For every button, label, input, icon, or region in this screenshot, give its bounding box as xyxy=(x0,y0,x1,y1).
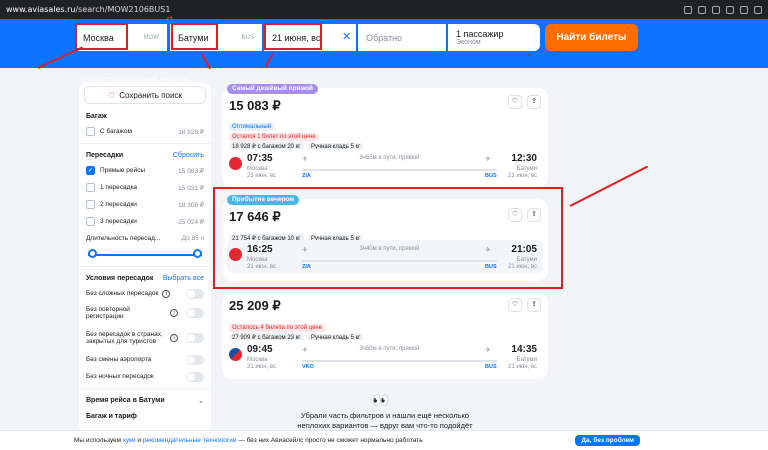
ticket-card[interactable]: Самый дешёвый прямой 15 083 ₽ ♡ ⇪ Оптима… xyxy=(222,84,548,187)
favorite-heart-icon[interactable]: ♡ xyxy=(508,95,522,109)
baggage-checkbox[interactable]: С багажом 18 928 ₽ xyxy=(79,123,211,140)
info-icon[interactable]: i xyxy=(162,289,171,298)
return-date-field[interactable]: Обратно xyxy=(358,24,446,51)
cookie-link[interactable]: куки xyxy=(123,437,136,444)
extension-icon[interactable] xyxy=(684,5,692,14)
condition-toggle[interactable]: Без повторной регистрации i xyxy=(79,302,211,324)
info-icon[interactable]: i xyxy=(170,333,178,342)
annotation-box xyxy=(75,23,128,50)
transfer-option[interactable]: ✓ Прямые рейсы 15 083 ₽ xyxy=(79,162,211,179)
arrival-city: Батуми xyxy=(516,357,537,363)
transfer-option[interactable]: 1 пересадка 15 031 ₽ xyxy=(79,179,211,196)
slider-handle-right[interactable] xyxy=(193,249,202,258)
flight-time-title[interactable]: Время рейса в Батуми ⌄ xyxy=(79,392,211,408)
cookie-banner: Мы используем куки и рекомендательные те… xyxy=(0,430,768,450)
share-icon[interactable]: ⇪ xyxy=(527,95,541,109)
ticket-price: 15 083 ₽ xyxy=(229,98,281,113)
slider-handle-left[interactable] xyxy=(88,249,97,258)
condition-toggle[interactable]: Без ночных пересадок xyxy=(79,368,211,385)
select-all-link[interactable]: Выбрать все xyxy=(163,275,204,282)
ticket-card[interactable]: 25 209 ₽ ♡ ⇪ Осталось 4 билета по этой ц… xyxy=(222,293,548,379)
chevron-down-icon: ▾ xyxy=(527,52,531,59)
departure-date: 21 июн, вс xyxy=(247,173,276,179)
airline-logo xyxy=(229,348,242,361)
plane-landing-icon: ✈ xyxy=(485,156,491,163)
annotation-box xyxy=(264,23,322,50)
annotation-box xyxy=(213,187,563,289)
departure-time: 07:35 xyxy=(247,153,273,164)
star-icon[interactable] xyxy=(726,5,734,14)
airline-logo xyxy=(229,157,242,170)
puzzle-icon[interactable] xyxy=(740,5,748,14)
swap-icon[interactable]: ⇄ xyxy=(166,14,173,23)
route-line xyxy=(302,169,497,171)
plane-takeoff-icon: ✈ xyxy=(302,156,308,163)
arrival-time: 12:30 xyxy=(511,153,537,164)
condition-toggle[interactable]: Без сложных пересадок i xyxy=(79,285,211,302)
departure-city: Москва xyxy=(247,357,268,363)
conditions-title: Условия пересадок Выбрать все xyxy=(86,275,204,282)
save-search-button[interactable]: ♡ Сохранить поиск xyxy=(84,86,206,104)
baggage-title: Багаж xyxy=(86,113,107,120)
flight-segment: 07:35 Москва 21 июн, вс ✈ 3ч55м в пути, … xyxy=(227,149,543,182)
browser-icons xyxy=(684,5,762,14)
departure-airport: VKO xyxy=(302,364,314,370)
passengers-field[interactable]: 1 пассажир Эконом xyxy=(448,24,540,51)
reset-link[interactable]: Сбросить xyxy=(173,152,204,159)
camera-icon[interactable] xyxy=(698,5,706,14)
arrival-airport: BUS xyxy=(485,173,497,179)
arrival-airport: BUS xyxy=(485,364,497,370)
ticket-price: 25 209 ₽ xyxy=(229,298,281,313)
duration-slider[interactable] xyxy=(88,247,202,263)
annotation-arrow xyxy=(569,165,648,207)
address-bar[interactable]: www.aviasales.ru/search/MOW2106BUS1 xyxy=(6,5,170,14)
clear-date-icon[interactable]: ✕ xyxy=(342,30,351,43)
favorite-heart-icon[interactable]: ♡ xyxy=(508,298,522,312)
browser-toolbar: www.aviasales.ru/search/MOW2106BUS1 xyxy=(0,0,768,19)
find-tickets-button[interactable]: Найти билеты xyxy=(545,24,638,51)
route-line xyxy=(302,360,497,362)
chevron-down-icon: ⌄ xyxy=(198,398,204,405)
arrival-time: 14:35 xyxy=(511,344,537,355)
heart-icon: ♡ xyxy=(108,90,116,100)
baggage-fare-title[interactable]: Багаж и тариф xyxy=(79,408,211,423)
transfers-title: Пересадки Сбросить xyxy=(86,152,204,159)
condition-toggle[interactable]: Без пересадок в странах, закрытых для ту… xyxy=(79,324,211,351)
eyes-icon: 👀 xyxy=(372,392,390,408)
accept-cookies-button[interactable]: Да, без проблем xyxy=(575,435,640,446)
transfer-option[interactable]: 2 пересадки 18 306 ₽ xyxy=(79,196,211,213)
menu-icon[interactable] xyxy=(754,5,762,14)
share-icon[interactable] xyxy=(712,5,720,14)
departure-date: 21 июн, вс xyxy=(247,364,276,370)
filters-notice: Убрали часть фильтров и нашли ещё нескол… xyxy=(297,411,473,430)
arrival-date: 21 июн, вс xyxy=(508,173,537,179)
cookie-text: Мы используем куки и рекомендательные те… xyxy=(74,437,423,444)
departure-time: 09:45 xyxy=(247,344,273,355)
arrival-date: 21 июн, вс xyxy=(508,364,537,370)
info-icon[interactable]: i xyxy=(170,309,178,317)
flight-duration: 3ч55м в пути, прямой xyxy=(359,155,420,161)
recommendation-link[interactable]: рекомендательные технологии xyxy=(143,437,237,444)
filters-sidebar: ♡ Сохранить поиск Багаж С багажом 18 928 ₽… xyxy=(79,82,211,434)
flight-duration: 3ч50м в пути, прямой xyxy=(359,346,420,352)
share-icon[interactable]: ⇪ xyxy=(527,298,541,312)
check-icon: ✓ xyxy=(86,166,95,175)
transfer-option[interactable]: 3 пересадки 25 024 ₽ xyxy=(79,213,211,230)
departure-airport: ZIA xyxy=(302,173,311,179)
flight-segment: 09:45 Москва 21 июн, вс ✈ 3ч50м в пути, … xyxy=(227,340,543,373)
duration-filter: Длительность пересад... До 85 ч xyxy=(86,235,204,242)
plane-landing-icon: ✈ xyxy=(485,347,491,354)
departure-city: Москва xyxy=(247,166,268,172)
ticket-badge: Самый дешёвый прямой xyxy=(227,84,318,94)
annotation-box xyxy=(171,23,218,50)
arrival-city: Батуми xyxy=(516,166,537,172)
plane-takeoff-icon: ✈ xyxy=(302,347,308,354)
condition-toggle[interactable]: Без смены аэропорта xyxy=(79,351,211,368)
